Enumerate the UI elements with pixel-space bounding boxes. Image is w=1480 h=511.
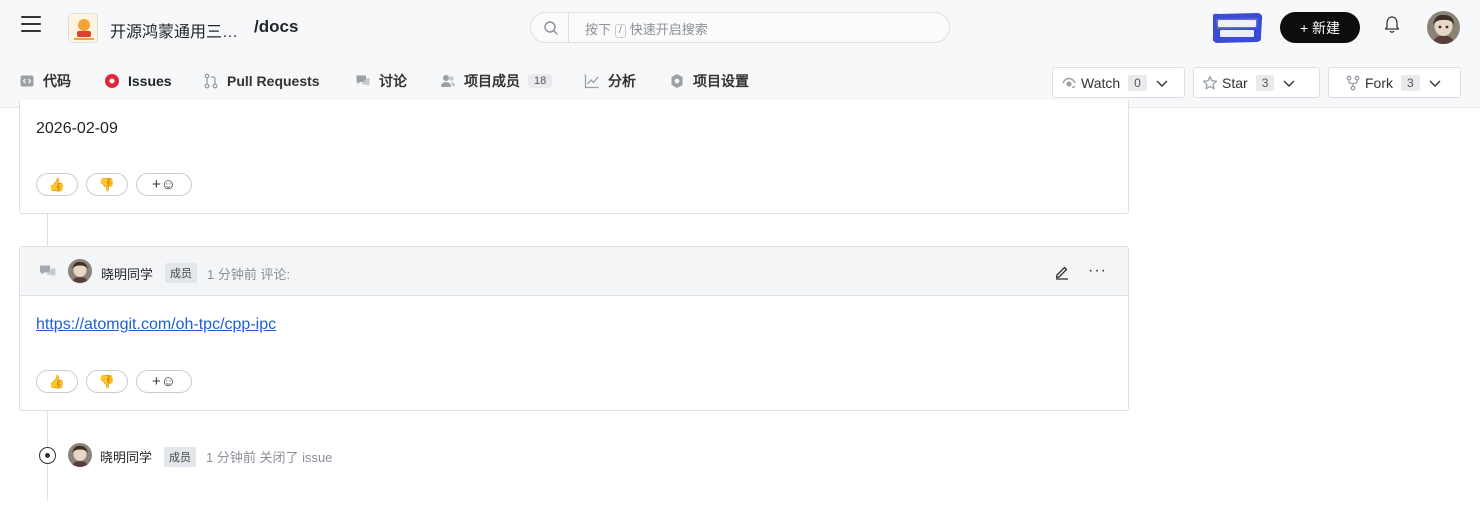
promo-badge[interactable]: [1210, 12, 1264, 44]
chart-icon: [584, 74, 599, 89]
more-options-icon[interactable]: ···: [1088, 262, 1107, 280]
add-reaction-button[interactable]: +☺: [136, 173, 192, 196]
comment-link[interactable]: https://atomgit.com/oh-tpc/cpp-ipc: [36, 316, 276, 334]
event-meta: 1 分钟前 关闭了 issue: [206, 450, 333, 465]
add-reaction-button[interactable]: +☺: [136, 370, 192, 393]
code-icon: [20, 75, 34, 87]
members-icon: [441, 75, 455, 87]
fork-button[interactable]: Fork 3: [1328, 67, 1461, 98]
comment-meta: 1 分钟前 评论:: [207, 267, 291, 282]
issues-icon: [105, 74, 119, 88]
watch-count: 0: [1128, 74, 1147, 91]
settings-icon: [671, 74, 683, 88]
thumbs-up-reaction-button[interactable]: 👍: [36, 173, 78, 196]
event-role-badge: 成员: [164, 447, 196, 467]
notification-bell-icon[interactable]: [1383, 15, 1401, 35]
chevron-down-icon: [1283, 80, 1295, 87]
thumbs-down-reaction-button[interactable]: 👎: [86, 173, 128, 196]
watch-button[interactable]: Watch 0: [1052, 67, 1185, 98]
thumbs-up-reaction-button[interactable]: 👍: [36, 370, 78, 393]
comment-header: 晓明同学 成员 1 分钟前 评论: ···: [20, 247, 1128, 296]
chevron-down-icon: [1429, 80, 1441, 87]
event-author-avatar[interactable]: [68, 443, 92, 467]
top-header: 开源鸿蒙通用三… /docs 按下 / 快速开启搜索 + 新建: [0, 0, 1480, 55]
search-placeholder: 按下 / 快速开启搜索: [585, 22, 708, 38]
search-icon: [544, 21, 558, 35]
author-avatar[interactable]: [68, 259, 92, 283]
comment-card: 晓明同学 成员 1 分钟前 评论: ··· https://atomgit.co…: [19, 246, 1129, 411]
reaction-bar: 👍 👎 +☺: [36, 370, 192, 393]
comment-icon: [40, 265, 56, 277]
new-button[interactable]: + 新建: [1280, 12, 1360, 43]
fork-count: 3: [1401, 74, 1420, 91]
members-count: 18: [528, 74, 553, 88]
project-path[interactable]: /docs: [254, 17, 298, 37]
author-name[interactable]: 晓明同学: [101, 264, 153, 283]
reaction-bar: 👍 👎 +☺: [36, 173, 192, 196]
menu-icon[interactable]: [21, 16, 41, 36]
star-count: 3: [1255, 74, 1275, 91]
search-shortcut-key: /: [615, 24, 626, 38]
star-button[interactable]: Star 3: [1193, 67, 1320, 98]
chevron-down-icon: [1156, 80, 1168, 87]
user-avatar[interactable]: [1427, 11, 1460, 44]
event-author-name[interactable]: 晓明同学: [100, 447, 152, 466]
thumbs-down-reaction-button[interactable]: 👎: [86, 370, 128, 393]
comment-card: 2026-02-09 👍 👎 +☺: [19, 100, 1129, 214]
edit-icon[interactable]: [1054, 264, 1070, 280]
fork-icon: [1346, 75, 1360, 90]
discussion-icon: [356, 75, 370, 87]
issue-closed-icon: [39, 447, 56, 464]
watch-icon: [1062, 77, 1076, 88]
search-divider: [568, 13, 569, 42]
project-logo[interactable]: [68, 13, 98, 43]
project-name[interactable]: 开源鸿蒙通用三…: [110, 18, 238, 42]
pull-request-icon: [204, 73, 218, 89]
star-icon: [1202, 75, 1218, 89]
timeline-connector: [47, 214, 48, 246]
comment-body: 2026-02-09: [36, 120, 118, 137]
role-badge: 成员: [165, 263, 197, 283]
search-input[interactable]: 按下 / 快速开启搜索: [530, 12, 950, 43]
